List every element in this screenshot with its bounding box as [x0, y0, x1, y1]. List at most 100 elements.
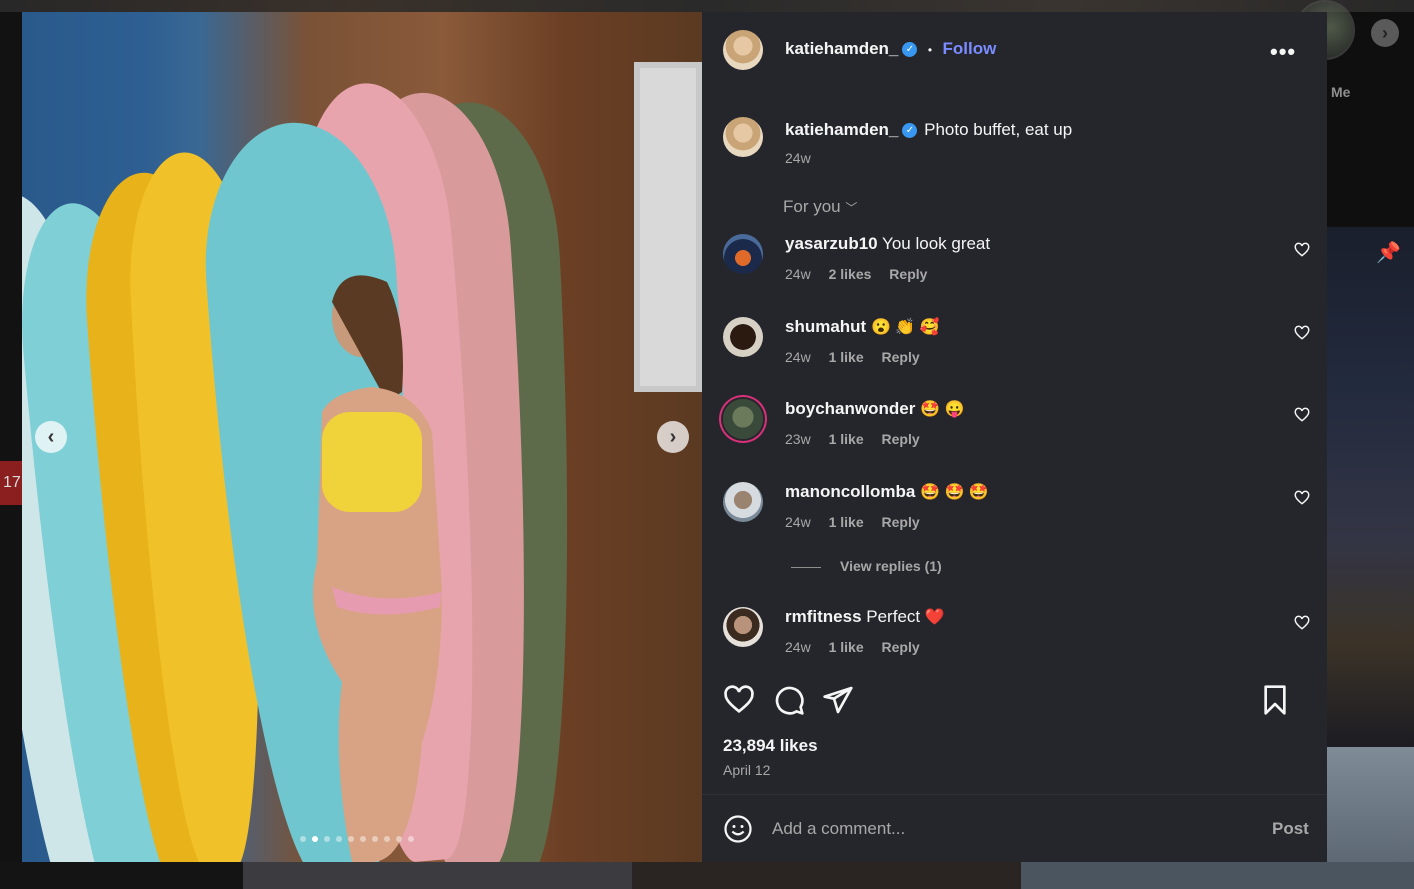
comment-text-line: yasarzub10 You look great [785, 234, 990, 254]
caption-username[interactable]: katiehamden_ [785, 120, 898, 139]
chevron-down-icon: ﹀ [845, 201, 858, 215]
comment-age: 24w [785, 639, 811, 655]
comment-like-heart-icon[interactable] [1294, 325, 1310, 341]
comment-item: manoncollomba 🤩 🤩 🤩 24w 1 like Reply [702, 482, 1327, 552]
commenter-avatar[interactable] [723, 482, 763, 522]
carousel-indicator [300, 836, 414, 842]
view-replies-row[interactable]: View replies (1) [702, 558, 1327, 578]
carousel-next-button[interactable]: › [657, 421, 689, 453]
comment-reply-button[interactable]: Reply [882, 514, 920, 530]
comment-reply-button[interactable]: Reply [882, 349, 920, 365]
comments-filter-label: For you [783, 197, 841, 216]
author-username[interactable]: katiehamden_ [785, 39, 898, 58]
comment-item: yasarzub10 You look great 24w 2 likes Re… [702, 234, 1327, 304]
follow-button[interactable]: Follow [943, 39, 997, 58]
divider [702, 794, 1327, 795]
separator-dot: • [927, 43, 933, 57]
comment-emoji: 😮 👏 🥰 [870, 319, 940, 336]
comment-meta: 24w 1 like Reply [785, 639, 920, 655]
post-comment-button[interactable]: Post [1272, 819, 1309, 839]
comment-item: boychanwonder 🤩 😛 23w 1 like Reply [702, 399, 1327, 469]
comment-like-heart-icon[interactable] [1294, 615, 1310, 631]
post-side-panel: katiehamden_ ✓ • Follow ••• katiehamden_ ✓… [702, 12, 1327, 862]
comment-reply-button[interactable]: Reply [889, 266, 927, 282]
background-stories-strip [0, 0, 1414, 12]
comment-text-line: shumahut 😮 👏 🥰 [785, 317, 940, 337]
comment-composer: Post [702, 807, 1327, 851]
comments-filter[interactable]: For you ﹀ [783, 197, 857, 217]
pin-icon: 📌 [1376, 242, 1401, 264]
commenter-avatar[interactable] [723, 317, 763, 357]
action-bar [702, 684, 1327, 724]
comment-item: rmfitness Perfect ❤️ 24w 1 like Reply [702, 607, 1327, 677]
comment-like-heart-icon[interactable] [1294, 407, 1310, 423]
carousel-dot [396, 836, 402, 842]
carousel-dot [300, 836, 306, 842]
add-comment-input[interactable] [772, 815, 1242, 843]
like-heart-icon[interactable] [723, 684, 755, 716]
comment-body: Perfect [866, 607, 921, 626]
emoji-icon[interactable] [723, 814, 753, 844]
comment-age: 23w [785, 431, 811, 447]
post-modal: ‹ › katiehamden_ ✓ • Follow ••• katiehamd… [22, 12, 1327, 862]
post-date: April 12 [723, 762, 771, 778]
comment-likes[interactable]: 1 like [829, 639, 864, 655]
post-header: katiehamden_ ✓ • Follow ••• [702, 12, 1327, 87]
comment-age: 24w [785, 266, 811, 282]
comment-like-heart-icon[interactable] [1294, 242, 1310, 258]
commenter-username[interactable]: shumahut [785, 317, 866, 336]
post-media[interactable]: ‹ › [22, 12, 702, 862]
comment-reply-button[interactable]: Reply [882, 431, 920, 447]
commenter-avatar[interactable] [723, 607, 763, 647]
background-me-label: Me [1331, 84, 1351, 100]
carousel-dot [312, 836, 318, 842]
background-badge: 17 [0, 461, 22, 505]
comment-meta: 24w 1 like Reply [785, 514, 920, 530]
background-bottom-strip [0, 862, 1414, 889]
comment-likes[interactable]: 1 like [829, 514, 864, 530]
carousel-dot [324, 836, 330, 842]
carousel-prev-button[interactable]: ‹ [35, 421, 67, 453]
commenter-username[interactable]: manoncollomba [785, 482, 915, 501]
carousel-dot [372, 836, 378, 842]
commenter-avatar[interactable] [723, 234, 763, 274]
verified-badge-icon: ✓ [902, 123, 918, 139]
background-next-button[interactable]: › [1371, 19, 1399, 47]
comment-like-heart-icon[interactable] [1294, 490, 1310, 506]
caption-age: 24w [785, 150, 811, 166]
comment-item: shumahut 😮 👏 🥰 24w 1 like Reply [702, 317, 1327, 387]
comment-text-line: rmfitness Perfect ❤️ [785, 607, 945, 627]
comment-emoji: 🤩 🤩 🤩 [920, 484, 989, 501]
caption-text: Photo buffet, eat up [924, 120, 1073, 139]
save-bookmark-icon[interactable] [1259, 684, 1291, 716]
share-icon[interactable] [822, 684, 854, 716]
comment-text-line: manoncollomba 🤩 🤩 🤩 [785, 482, 989, 502]
comment-body: You look great [882, 234, 991, 253]
photo-person [312, 275, 442, 862]
author-avatar[interactable] [723, 30, 763, 70]
comment-age: 24w [785, 349, 811, 365]
comment-icon[interactable] [773, 684, 805, 716]
background-left-strip [0, 12, 22, 862]
caption-author-avatar[interactable] [723, 117, 763, 157]
comment-likes[interactable]: 2 likes [829, 266, 872, 282]
commenter-avatar[interactable] [723, 399, 763, 439]
commenter-username[interactable]: rmfitness [785, 607, 862, 626]
comment-age: 24w [785, 514, 811, 530]
likes-count[interactable]: 23,894 likes [723, 736, 818, 756]
carousel-dot [360, 836, 366, 842]
view-replies-button[interactable]: View replies (1) [840, 558, 942, 574]
reply-line [791, 567, 821, 568]
commenter-username[interactable]: yasarzub10 [785, 234, 878, 253]
comment-likes[interactable]: 1 like [829, 349, 864, 365]
comment-reply-button[interactable]: Reply [882, 639, 920, 655]
more-options-icon[interactable]: ••• [1270, 39, 1296, 65]
commenter-username[interactable]: boychanwonder [785, 399, 915, 418]
carousel-dot [384, 836, 390, 842]
comment-likes[interactable]: 1 like [829, 431, 864, 447]
carousel-dot [348, 836, 354, 842]
carousel-dot [408, 836, 414, 842]
comment-text-line: boychanwonder 🤩 😛 [785, 399, 964, 419]
comment-emoji: 🤩 😛 [920, 401, 965, 418]
comment-meta: 24w 1 like Reply [785, 349, 920, 365]
